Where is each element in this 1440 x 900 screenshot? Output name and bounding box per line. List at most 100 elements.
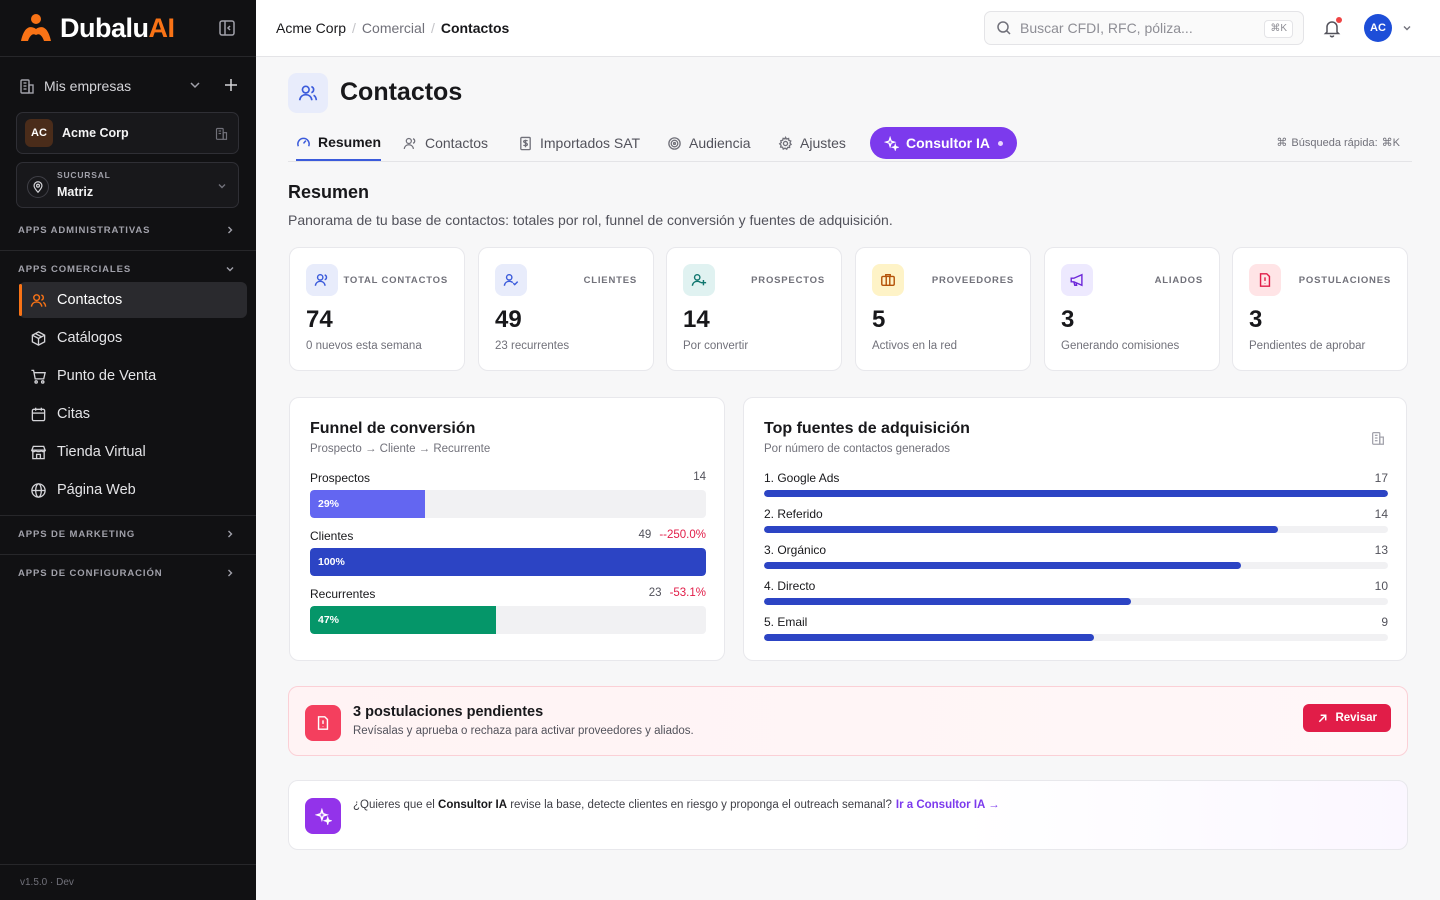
topbar: Acme Corp / Comercial / Contactos ⌘K AC [256,0,1440,57]
brand-logo[interactable]: DubaluAI [18,12,175,44]
ai-consultant-card: ¿Quieres que el Consultor IA revise la b… [288,780,1408,850]
sidebar-item-label: Punto de Venta [57,368,157,384]
funnel-bar-track: 100% [310,548,706,576]
arrow-up-right-icon [1319,714,1327,722]
section-apps-marketing[interactable]: APPS DE MARKETING [18,526,238,542]
branch-value: Matriz [57,185,94,199]
section-title: Resumen [288,182,370,202]
users-icon [298,85,318,101]
tab-label: Importados SAT [540,135,641,151]
section-apps-comerciales[interactable]: APPS COMERCIALES [18,261,238,277]
tab-ajustes[interactable]: Ajustes [778,125,846,161]
gear-icon [778,135,793,150]
breadcrumb-current: Contactos [440,20,510,36]
breadcrumb-section[interactable]: Comercial [362,20,425,36]
sources-title: Top fuentes de adquisición [764,420,970,437]
section-label: APPS DE MARKETING [18,528,136,540]
stat-label: TOTAL CONTACTOS [343,275,448,286]
stat-card-aliados[interactable]: ALIADOS 3 Generando comisiones [1044,247,1220,371]
funnel-row-label: Recurrentes [310,587,376,601]
source-bar-track [764,562,1388,569]
building-icon[interactable] [1370,430,1386,446]
stat-card-postulaciones[interactable]: POSTULACIONES 3 Pendientes de aprobar [1232,247,1408,371]
file-alert-icon [317,716,329,730]
section-apps-administrativas[interactable]: APPS ADMINISTRATIVAS [18,222,238,238]
pending-applications-alert: 3 postulaciones pendientes Revísalas y a… [288,686,1408,756]
tab-contactos[interactable]: Contactos [403,125,488,161]
my-companies-toggle[interactable]: Mis empresas [18,74,240,98]
tab-label: Consultor IA [906,135,990,151]
funnel-row-count: 49 [638,529,652,541]
global-search[interactable]: ⌘K [984,11,1304,45]
stat-card-prospectos[interactable]: PROSPECTOS 14 Por convertir [666,247,842,371]
my-companies-label: Mis empresas [44,78,132,94]
sidebar-item-pagina-web[interactable]: Página Web [19,472,247,508]
ai-card-text: ¿Quieres que el Consultor IA revise la b… [353,799,1000,811]
section-label: APPS COMERCIALES [18,263,132,275]
search-input[interactable] [1020,20,1260,36]
sidebar-item-label: Citas [57,406,91,422]
source-bar-fill [764,562,1242,569]
source-value: 9 [1381,615,1388,629]
add-company-icon[interactable] [222,76,240,94]
source-bar-fill [764,634,1095,641]
calendar-icon [31,407,46,421]
source-bar-fill [764,526,1278,533]
user-avatar[interactable]: AC [1364,14,1392,42]
briefcase-icon [881,273,895,287]
section-label: APPS DE CONFIGURACIÓN [18,567,163,579]
sparkles-icon [884,135,899,151]
section-apps-configuracion[interactable]: APPS DE CONFIGURACIÓN [18,565,238,581]
funnel-row-label: Clientes [310,529,354,543]
quick-search-hint: ⌘ Búsqueda rápida: ⌘K [1276,136,1400,150]
sidebar-item-catalogos[interactable]: Catálogos [19,320,247,356]
file-alert-icon [1259,273,1271,287]
funnel-title: Funnel de conversión [310,420,476,437]
stat-value: 5 [872,306,886,333]
chevron-down-icon[interactable] [188,78,202,92]
funnel-row-meta: 14 [693,471,706,483]
branch-selector[interactable]: SUCURSAL Matriz [16,162,239,208]
collapse-sidebar-icon[interactable] [217,18,237,38]
stat-card-proveedores[interactable]: PROVEEDORES 5 Activos en la red [855,247,1031,371]
tab-label: Contactos [425,135,489,151]
funnel-row-meta: 23 -53.1% [649,587,706,599]
map-pin-icon [27,176,49,198]
sidebar-item-label: Tienda Virtual [57,444,146,460]
tab-resumen[interactable]: Resumen [296,125,382,161]
review-button[interactable]: Revisar [1303,704,1391,732]
tab-consultor-ia[interactable]: Consultor IA [870,127,1017,159]
stat-label: PROSPECTOS [751,275,825,286]
sidebar-item-tienda-virtual[interactable]: Tienda Virtual [19,434,247,470]
chevron-right-icon [228,569,233,577]
chevron-down-icon[interactable] [1401,22,1413,34]
review-button-label: Revisar [1335,712,1377,724]
tab-importados-sat[interactable]: Importados SAT [518,125,640,161]
breadcrumb-company[interactable]: Acme Corp [276,20,346,36]
notification-badge [1336,17,1342,23]
sidebar-item-contactos[interactable]: Contactos [19,282,247,318]
company-selector[interactable]: AC Acme Corp [16,112,239,154]
store-icon [30,445,47,459]
sidebar-item-citas[interactable]: Citas [19,396,247,432]
tab-audiencia[interactable]: Audiencia [667,125,751,161]
sidebar-item-label: Catálogos [57,330,123,346]
sidebar-item-punto-de-venta[interactable]: Punto de Venta [19,358,247,394]
sparkles-icon [314,807,332,825]
source-bar-track [764,598,1388,605]
stat-card-total-contactos[interactable]: TOTAL CONTACTOS 74 0 nuevos esta semana [289,247,465,371]
ai-icon-wrap [305,798,341,834]
source-bar-fill [764,598,1132,605]
user-plus-icon [691,273,707,286]
stat-subtext: Pendientes de aprobar [1249,340,1366,352]
funnel-row-meta: 49 --250.0% [639,529,706,541]
go-to-ai-consultant-link[interactable]: Ir a Consultor IA → [896,799,1000,811]
stat-subtext: 0 nuevos esta semana [306,340,422,352]
gauge-icon [297,137,310,147]
megaphone-icon [1070,273,1083,287]
sources-subtitle: Por número de contactos generados [764,443,951,455]
funnel-bar-fill: 100% [310,548,706,576]
stat-card-clientes[interactable]: CLIENTES 49 23 recurrentes [478,247,654,371]
funnel-row-label: Prospectos [310,471,371,485]
stat-value: 49 [495,306,522,333]
